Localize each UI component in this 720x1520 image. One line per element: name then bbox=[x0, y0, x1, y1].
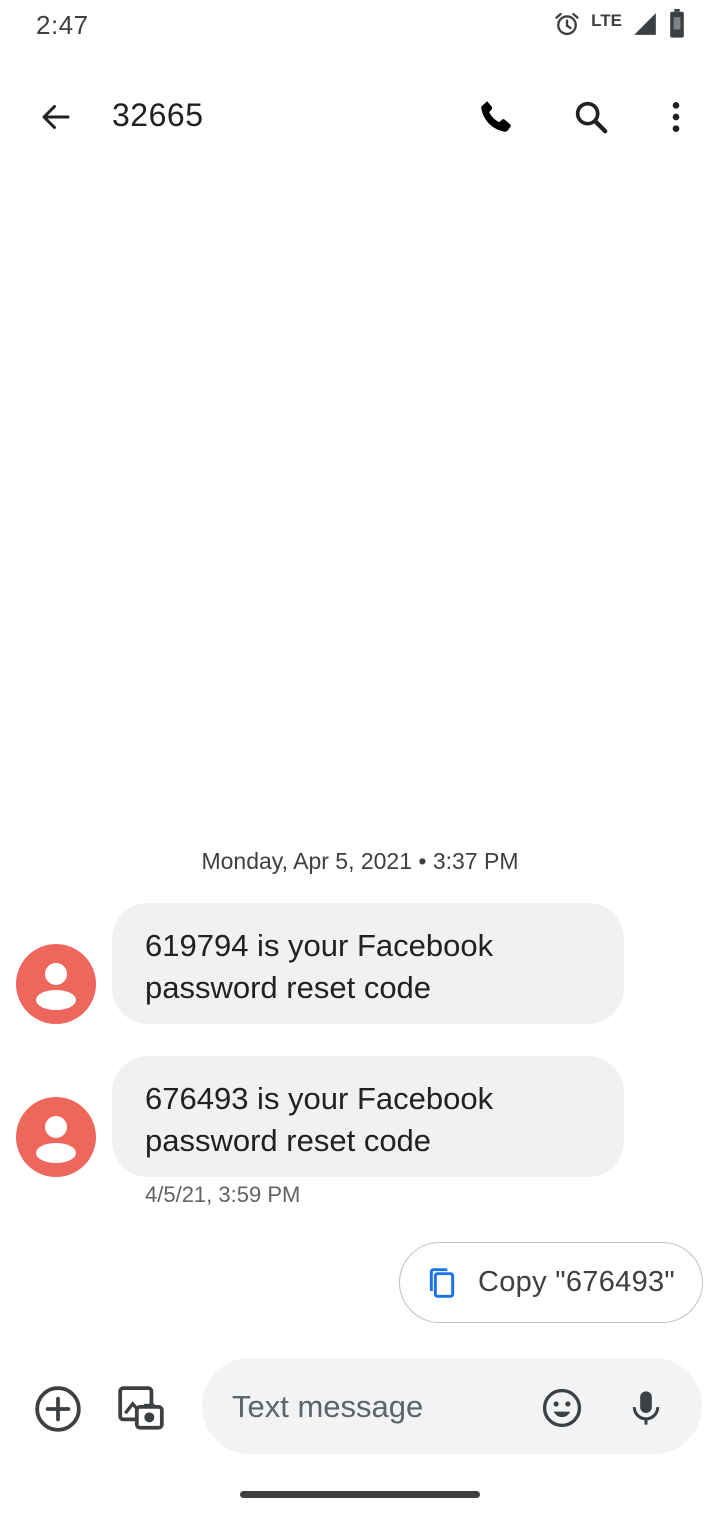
phone-icon bbox=[481, 101, 511, 132]
gallery-camera-icon bbox=[118, 1386, 164, 1430]
signal-icon bbox=[632, 11, 658, 42]
message-bubble[interactable]: 619794 is your Facebook password reset c… bbox=[112, 903, 624, 1024]
add-circle-icon bbox=[35, 1386, 81, 1432]
conversation-title: 32665 bbox=[112, 97, 204, 133]
message-text-line: 676493 is your Facebook bbox=[145, 1081, 494, 1116]
more-vert-icon bbox=[672, 102, 680, 132]
text-message-input[interactable] bbox=[230, 1384, 524, 1430]
status-time: 2:47 bbox=[36, 10, 89, 40]
compose-bar bbox=[202, 1358, 702, 1454]
gallery-button[interactable] bbox=[113, 1381, 169, 1437]
message-bubble[interactable]: 676493 is your Facebook password reset c… bbox=[112, 1056, 624, 1177]
back-arrow-icon bbox=[42, 105, 70, 129]
message-text-line: password reset code bbox=[145, 970, 432, 1005]
back-button[interactable] bbox=[28, 89, 84, 145]
message-text-line: password reset code bbox=[145, 1123, 432, 1158]
add-attachment-button[interactable] bbox=[30, 1381, 86, 1437]
copy-icon bbox=[429, 1267, 455, 1298]
message-timestamp: 4/5/21, 3:59 PM bbox=[145, 1182, 301, 1207]
date-separator: Monday, Apr 5, 2021 • 3:37 PM bbox=[201, 848, 519, 874]
emoji-button[interactable] bbox=[536, 1382, 588, 1434]
copy-chip-label: Copy "676493" bbox=[478, 1266, 676, 1298]
alarm-icon bbox=[553, 10, 581, 43]
more-options-button[interactable] bbox=[648, 89, 704, 145]
message-text-line: 619794 is your Facebook bbox=[145, 928, 494, 963]
sender-avatar[interactable] bbox=[16, 944, 96, 1024]
search-button[interactable] bbox=[563, 89, 619, 145]
sender-avatar[interactable] bbox=[16, 1097, 96, 1177]
status-icons: LTE bbox=[553, 8, 686, 44]
battery-icon bbox=[668, 8, 686, 44]
gesture-nav-handle[interactable] bbox=[240, 1491, 480, 1498]
person-icon bbox=[36, 963, 76, 1010]
search-icon bbox=[575, 101, 608, 134]
person-icon bbox=[36, 1116, 76, 1163]
call-button[interactable] bbox=[468, 89, 524, 145]
network-type: LTE bbox=[591, 11, 622, 30]
voice-input-button[interactable] bbox=[620, 1382, 672, 1434]
copy-code-chip[interactable]: Copy "676493" bbox=[399, 1242, 703, 1323]
mic-icon bbox=[632, 1391, 660, 1425]
emoji-icon bbox=[542, 1388, 582, 1428]
